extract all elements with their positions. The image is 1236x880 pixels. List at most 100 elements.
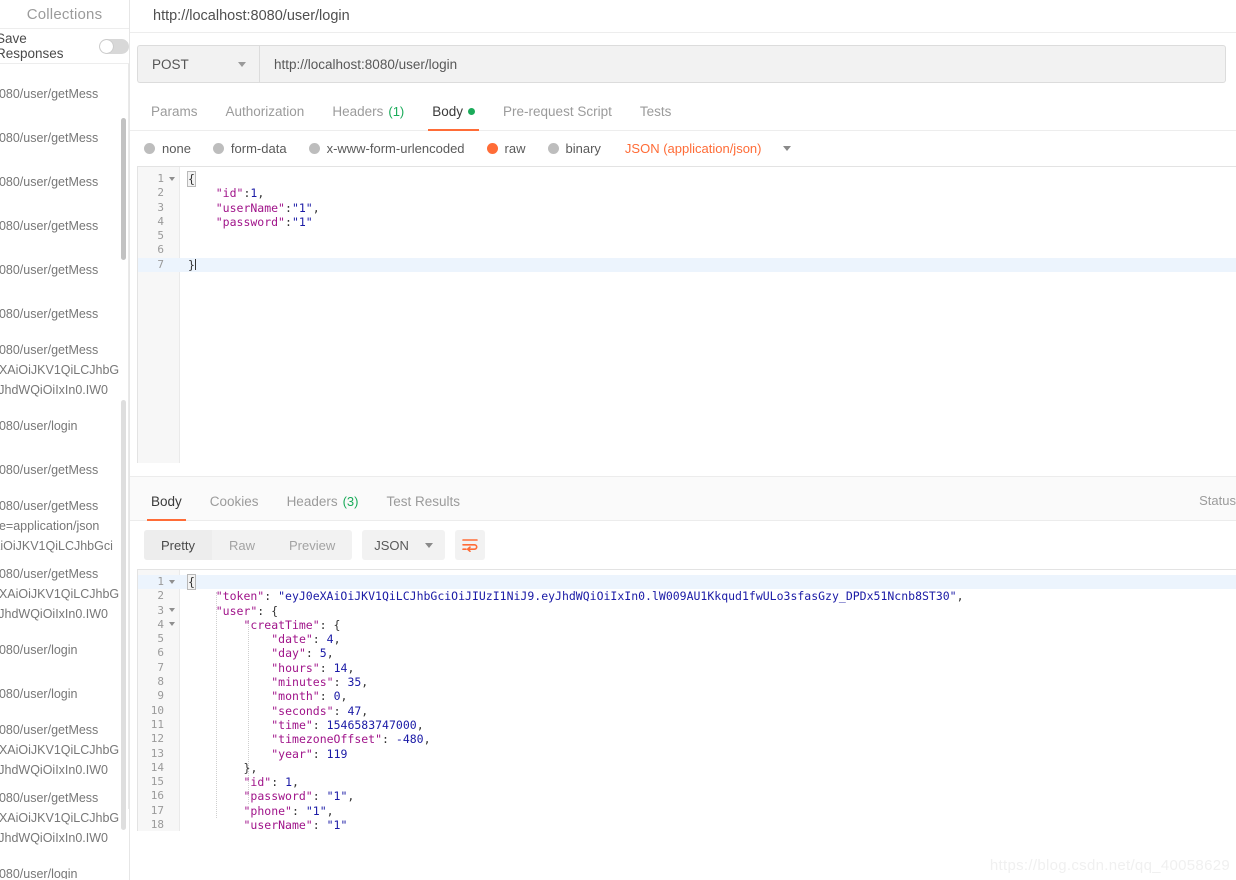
view-mode-pretty[interactable]: Pretty [144, 530, 212, 560]
tab-label: Pre-request Script [503, 104, 612, 119]
history-item[interactable]: 8080/user/getMess [0, 116, 129, 160]
body-type-raw[interactable]: raw [486, 141, 526, 156]
line-number: 3 [157, 200, 164, 214]
url-row: POST http://localhost:8080/user/login [130, 33, 1236, 93]
code-line[interactable]: 2 "token": "eyJ0eXAiOiJKV1QiLCJhbGciOiJI… [138, 589, 1236, 603]
url-text: http://localhost:8080/user/login [274, 56, 458, 72]
code-text: { [187, 574, 196, 590]
code-line[interactable]: 7 "hours": 14, [138, 661, 1236, 675]
radio-icon [308, 143, 320, 154]
history-item[interactable]: 8080/user/getMess [0, 72, 129, 116]
history-item[interactable]: 8080/user/getMess eXAiOiJKV1QiLCJhbG yJhdW… [0, 336, 129, 404]
toggle-knob [100, 39, 113, 53]
tab-tests[interactable]: Tests [626, 104, 686, 130]
history-item[interactable]: 8080/user/getMess eXAiOiJKV1QiLCJhbG yJhdW… [0, 716, 129, 784]
history-item[interactable]: 8080/user/login [0, 404, 129, 448]
response-tabs-row: Body Cookies Headers (3) Test Results Status [130, 476, 1236, 521]
response-tab-test-results[interactable]: Test Results [372, 494, 474, 520]
history-item-line: 8080/user/getMess [0, 567, 99, 581]
response-code-area[interactable]: 1{2 "token": "eyJ0eXAiOiJKV1QiLCJhbGciOi… [138, 570, 1236, 831]
response-view-modes[interactable]: Pretty Raw Preview [144, 530, 353, 560]
tab-body[interactable]: Body [418, 104, 489, 131]
code-line[interactable]: 6 [138, 243, 1236, 257]
request-tabs[interactable]: Params Authorization Headers (1) Body Pre-req… [130, 93, 1236, 131]
code-line[interactable]: 13 "year": 119 [138, 747, 1236, 761]
response-language-select[interactable]: JSON [362, 530, 445, 560]
history-item-line: AiOiJKV1QiLCJhbGci [0, 539, 113, 553]
code-line[interactable]: 6 "day": 5, [138, 646, 1236, 660]
body-type-binary[interactable]: binary [547, 141, 601, 156]
history-item[interactable]: 8080/user/login [0, 672, 129, 716]
line-number: 8 [157, 675, 164, 689]
history-item[interactable]: 8080/user/getMess eXAiOiJKV1QiLCJhbG yJhdW… [0, 784, 129, 852]
content-type-select[interactable]: JSON (application/json) [625, 141, 792, 156]
history-item[interactable]: 8080/user/getMess [0, 160, 129, 204]
code-line[interactable]: 1{ [138, 171, 1236, 187]
response-tabs[interactable]: Body Cookies Headers (3) Test Results [137, 494, 474, 521]
request-title: http://localhost:8080/user/login [153, 8, 350, 24]
code-line[interactable]: 1{ [138, 574, 1236, 590]
code-line[interactable]: 12 "timezoneOffset": -480, [138, 732, 1236, 746]
line-number: 16 [150, 789, 164, 803]
code-line[interactable]: 5 "date": 4, [138, 632, 1236, 646]
code-line[interactable]: 4 "password":"1" [138, 215, 1236, 229]
radio-icon [212, 143, 224, 154]
tab-authorization[interactable]: Authorization [212, 104, 319, 130]
code-line[interactable]: 14 }, [138, 761, 1236, 775]
code-line[interactable]: 7} [138, 257, 1236, 273]
response-tab-cookies[interactable]: Cookies [196, 494, 273, 520]
history-item[interactable]: 8080/user/getMess [0, 292, 129, 336]
fold-caret-icon[interactable] [169, 176, 175, 181]
code-line[interactable]: 4 "creatTime": { [138, 618, 1236, 632]
body-type-none[interactable]: none [144, 141, 191, 156]
method-select[interactable]: POST [137, 45, 259, 83]
response-body-editor[interactable]: 1{2 "token": "eyJ0eXAiOiJKV1QiLCJhbGciOi… [137, 569, 1236, 831]
code-line[interactable]: 15 "id": 1, [138, 775, 1236, 789]
postman-window: Collections Save Responses 8080/user/get… [0, 0, 1236, 880]
code-line[interactable]: 18 "userName": "1" [138, 818, 1236, 831]
request-body-editor[interactable]: 1{2 "id":1, 3 "userName":"1", 4 "password"… [137, 166, 1236, 463]
fold-caret-icon[interactable] [169, 579, 175, 584]
code-line[interactable]: 3 "userName":"1", [138, 201, 1236, 215]
history-item[interactable]: 8080/user/getMess [0, 204, 129, 248]
sidebar-scrollbar-lower[interactable] [121, 400, 126, 830]
code-line[interactable]: 2 "id":1, [138, 186, 1236, 200]
history-item-line: 8080/user/getMess [0, 499, 99, 513]
url-input[interactable]: http://localhost:8080/user/login [259, 45, 1226, 83]
body-type-row[interactable]: none form-data x-www-form-urlencoded raw bin… [130, 131, 1236, 166]
fold-caret-icon[interactable] [169, 608, 175, 613]
code-line[interactable]: 9 "month": 0, [138, 689, 1236, 703]
body-type-x-www-form-urlencoded[interactable]: x-www-form-urlencoded [308, 141, 465, 156]
code-line[interactable]: 11 "time": 1546583747000, [138, 718, 1236, 732]
view-mode-preview[interactable]: Preview [272, 530, 352, 560]
history-item[interactable]: 8080/user/getMess eXAiOiJKV1QiLCJhbG yJhdW… [0, 560, 129, 628]
response-separator [130, 463, 1236, 476]
fold-caret-icon[interactable] [169, 622, 175, 627]
code-line[interactable]: 3 "user": { [138, 604, 1236, 618]
history-list[interactable]: 8080/user/getMess 8080/user/getMess 8080/u… [0, 64, 129, 879]
history-item[interactable]: 8080/user/getMess [0, 448, 129, 492]
code-line[interactable]: 8 "minutes": 35, [138, 675, 1236, 689]
request-code-area[interactable]: 1{2 "id":1, 3 "userName":"1", 4 "password"… [138, 167, 1236, 273]
code-line[interactable]: 17 "phone": "1", [138, 804, 1236, 818]
code-line[interactable]: 16 "password": "1", [138, 789, 1236, 803]
history-item[interactable]: 8080/user/login [0, 628, 129, 672]
word-wrap-icon[interactable] [454, 530, 485, 560]
tab-headers[interactable]: Headers (1) [318, 104, 418, 130]
history-item[interactable]: 8080/user/getMess pe=application/json AiOi… [0, 492, 129, 560]
response-tab-body[interactable]: Body [137, 494, 196, 521]
code-line[interactable]: 10 "seconds": 47, [138, 704, 1236, 718]
tab-pre-request-script[interactable]: Pre-request Script [489, 104, 626, 130]
line-number: 6 [157, 243, 164, 257]
history-item[interactable]: 8080/user/getMess [0, 248, 129, 292]
body-type-form-data[interactable]: form-data [212, 141, 287, 156]
save-responses-row[interactable]: Save Responses [0, 28, 129, 64]
view-mode-raw[interactable]: Raw [212, 530, 272, 560]
tab-params[interactable]: Params [137, 104, 212, 130]
code-line[interactable]: 5 [138, 229, 1236, 243]
save-responses-toggle[interactable] [99, 38, 129, 54]
history-item[interactable]: 8080/user/login [0, 852, 129, 879]
sidebar-scrollbar[interactable] [121, 118, 126, 260]
history-item-line: 8080/user/login [0, 643, 78, 657]
response-tab-headers[interactable]: Headers (3) [273, 494, 373, 520]
